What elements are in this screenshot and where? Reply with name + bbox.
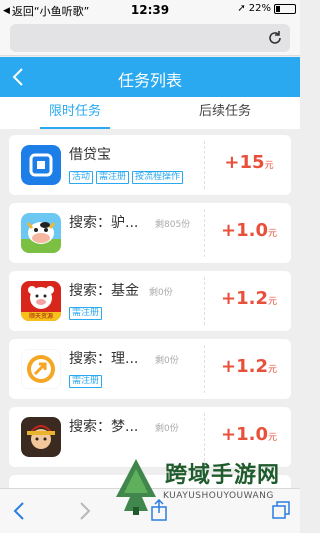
task-reward: +15元 [214, 152, 284, 173]
task-tag: 需注册 [69, 375, 103, 388]
status-icons: ➚ 22% [237, 3, 296, 14]
divider [204, 413, 205, 461]
task-name: 搜索：基金 [69, 283, 139, 299]
task-reward: +1.2元 [214, 356, 284, 377]
reward-unit: 元 [267, 297, 277, 307]
divider [204, 209, 205, 257]
task-item[interactable]: 顺天资源 搜索：基金 剩0份 需注册 +1.2元 [9, 271, 291, 331]
reward-amount: +1.0 [221, 424, 268, 445]
task-remaining: 剩805份 [155, 220, 191, 230]
cow-app-icon [21, 213, 61, 253]
browser-back-icon[interactable] [12, 501, 26, 521]
task-name: 搜索：理... [69, 351, 139, 367]
divider [204, 277, 205, 325]
task-tag: 需注册 [69, 307, 103, 320]
divider [204, 141, 205, 189]
fund-app-icon: 顺天资源 [21, 281, 61, 321]
task-tag: 需注册 [96, 171, 130, 184]
watermark-tree-logo [116, 459, 156, 515]
reward-amount: +15 [224, 152, 265, 173]
site-watermark: 跨域手游网 KUAYUSHOUYOUWANG [108, 455, 298, 530]
task-item[interactable]: 搜索：理... 剩0份 需注册 +1.2元 [9, 339, 291, 399]
browser-forward-icon[interactable] [78, 501, 92, 521]
task-tags: 活动 需注册 按流程操作 [69, 171, 184, 184]
reward-unit: 元 [267, 229, 277, 239]
task-remaining: 剩0份 [155, 424, 179, 434]
browser-url-bar [0, 20, 300, 56]
reward-amount: +1.0 [221, 220, 268, 241]
battery-icon [274, 3, 296, 14]
status-bar: ◀ 返回“小鱼听歌” 12:39 ➚ 22% [0, 0, 300, 20]
tab-limited-tasks[interactable]: 限时任务 [0, 97, 150, 129]
jiedaibao-app-icon [21, 145, 61, 185]
watermark-title: 跨域手游网 [165, 463, 281, 488]
finance-app-icon [21, 349, 61, 389]
task-name: 搜索：梦... [69, 419, 139, 435]
address-field[interactable] [10, 24, 290, 52]
task-reward: +1.0元 [214, 220, 284, 241]
task-tabs: 限时任务 后续任务 [0, 97, 300, 129]
game-app-icon [21, 417, 61, 457]
task-tag: 按流程操作 [132, 171, 184, 184]
fund-icon-badge-text: 顺天资源 [28, 313, 53, 320]
reward-unit: 元 [267, 433, 277, 443]
watermark-subtitle: KUAYUSHOUYOUWANG [163, 491, 274, 501]
task-tags: 需注册 [69, 307, 103, 320]
reward-amount: +1.2 [221, 356, 268, 377]
divider [204, 345, 205, 393]
task-tags: 需注册 [69, 375, 103, 388]
reward-unit: 元 [267, 365, 277, 375]
task-reward: +1.0元 [214, 424, 284, 445]
active-tab-indicator [40, 127, 110, 129]
task-remaining: 剩0份 [149, 288, 173, 298]
task-name: 搜索：驴... [69, 215, 139, 231]
task-name: 借贷宝 [69, 147, 111, 163]
page-header: 任务列表 [0, 57, 300, 97]
page-title: 任务列表 [117, 71, 182, 90]
task-tag: 活动 [69, 171, 94, 184]
reward-amount: +1.2 [221, 288, 268, 309]
battery-percent: 22% [248, 3, 271, 14]
location-icon: ➚ [237, 3, 246, 14]
tab-followup-tasks[interactable]: 后续任务 [150, 97, 300, 129]
task-remaining: 剩0份 [155, 356, 179, 366]
task-reward: +1.2元 [214, 288, 284, 309]
task-item[interactable]: 借贷宝 活动 需注册 按流程操作 +15元 [9, 135, 291, 195]
task-item[interactable]: 搜索：驴... 剩805份 +1.0元 [9, 203, 291, 263]
reload-icon[interactable] [266, 29, 284, 47]
reward-unit: 元 [264, 161, 274, 171]
